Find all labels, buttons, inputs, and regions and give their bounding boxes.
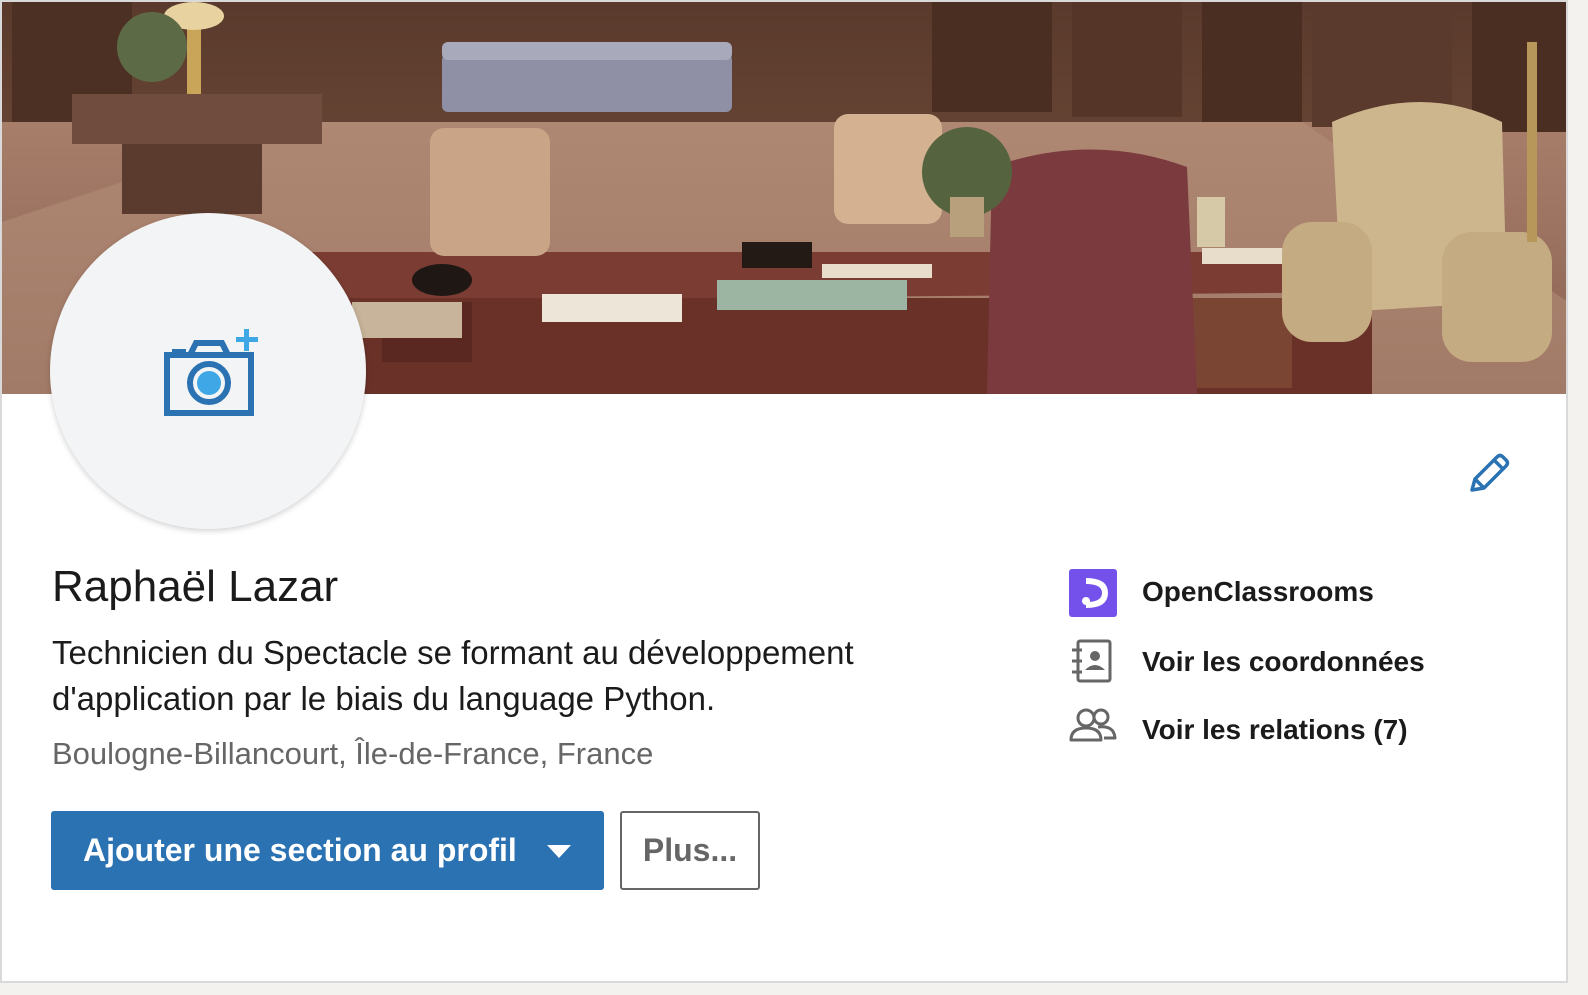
caret-down-icon [547, 845, 571, 858]
camera-add-icon [164, 329, 258, 416]
sidebar-item-label: Voir les coordonnées [1142, 646, 1425, 677]
profile-location: Boulogne-Billancourt, Île-de-France, Fra… [52, 736, 654, 771]
edit-intro-button[interactable] [1462, 450, 1514, 498]
more-actions-button[interactable]: Plus... [620, 811, 760, 890]
sidebar-item-label: Voir les relations (7) [1142, 714, 1408, 745]
pencil-icon [1470, 453, 1510, 492]
contact-card-icon [1072, 639, 1112, 683]
profile-headline: Technicien du Spectacle se formant au dé… [52, 634, 854, 717]
openclassrooms-logo [1069, 569, 1117, 617]
sidebar-item-label: OpenClassrooms [1142, 576, 1374, 607]
add-profile-section-button[interactable]: Ajouter une section au profil [51, 811, 604, 890]
people-icon [1069, 708, 1117, 742]
profile-photo-placeholder[interactable] [50, 213, 366, 529]
profile-top-card: Raphaël Lazar Technicien du Spectacle se… [0, 0, 1568, 983]
profile-name: Raphaël Lazar [52, 562, 339, 611]
add-profile-section-label: Ajouter une section au profil [83, 832, 517, 868]
